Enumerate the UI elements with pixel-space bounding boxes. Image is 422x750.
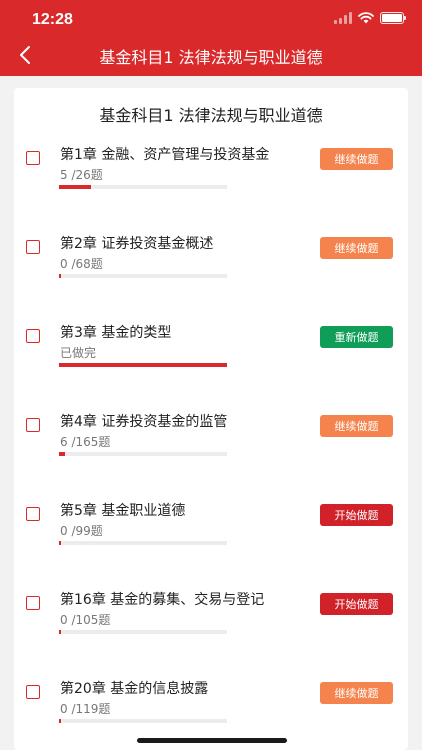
continue-practice-button[interactable]: 继续做题 <box>320 237 393 259</box>
chapter-checkbox[interactable] <box>26 418 40 432</box>
card-title: 基金科目1 法律法规与职业道德 <box>99 106 323 125</box>
chapter-checkbox[interactable] <box>26 685 40 699</box>
chapter-checkbox[interactable] <box>26 596 40 610</box>
chapter-row[interactable]: 第1章 金融、资产管理与投资基金 5 /26题 继续做题 <box>14 144 408 214</box>
chapter-progress-bar <box>59 363 227 367</box>
chapter-list-card: 基金科目1 法律法规与职业道德 第1章 金融、资产管理与投资基金 5 /26题 继续… <box>14 88 408 750</box>
chapter-title: 第20章 基金的信息披露 <box>60 681 209 697</box>
chapter-progress-fill <box>59 541 62 545</box>
page-title: 基金科目1 法律法规与职业道德 <box>99 48 323 67</box>
chapter-progress-text: 0 /68题 <box>60 257 103 271</box>
chapter-progress-bar <box>59 185 227 189</box>
chapter-progress-bar <box>59 452 227 456</box>
chapter-row[interactable]: 第5章 基金职业道德 0 /99题 开始做题 <box>14 500 408 570</box>
chapter-progress-bar <box>59 541 227 545</box>
chapter-checkbox[interactable] <box>26 507 40 521</box>
app-header: 12:28 基金科目1 法律法规与职业道德 <box>0 0 422 76</box>
chapter-row[interactable]: 第2章 证券投资基金概述 0 /68题 继续做题 <box>14 233 408 303</box>
start-practice-button[interactable]: 开始做题 <box>320 593 393 615</box>
chapter-row[interactable]: 第16章 基金的募集、交易与登记 0 /105题 开始做题 <box>14 589 408 659</box>
signal-icon <box>334 12 352 24</box>
chapter-title: 第2章 证券投资基金概述 <box>60 236 214 252</box>
chapter-checkbox[interactable] <box>26 151 40 165</box>
chapter-progress-fill <box>59 185 92 189</box>
continue-practice-button[interactable]: 继续做题 <box>320 682 393 704</box>
chapter-progress-bar <box>59 719 227 723</box>
home-indicator[interactable] <box>137 738 287 743</box>
continue-practice-button[interactable]: 继续做题 <box>320 415 393 437</box>
chapter-progress-text: 0 /99题 <box>60 524 103 538</box>
chapter-checkbox[interactable] <box>26 240 40 254</box>
chapter-progress-text: 已做完 <box>60 346 97 360</box>
chapter-title: 第5章 基金职业道德 <box>60 503 186 519</box>
chapter-progress-text: 0 /105题 <box>60 613 111 627</box>
chapter-title: 第3章 基金的类型 <box>60 325 172 341</box>
chapter-row[interactable]: 第3章 基金的类型 已做完 重新做题 <box>14 322 408 392</box>
chapter-checkbox[interactable] <box>26 329 40 343</box>
battery-icon <box>380 12 406 24</box>
chapter-title: 第16章 基金的募集、交易与登记 <box>60 592 265 608</box>
redo-practice-button[interactable]: 重新做题 <box>320 326 393 348</box>
chapter-progress-bar <box>59 630 227 634</box>
chapter-progress-text: 0 /119题 <box>60 702 111 716</box>
chapter-progress-text: 6 /165题 <box>60 435 111 449</box>
chapter-progress-fill <box>59 630 62 634</box>
status-time: 12:28 <box>32 11 73 28</box>
chapter-progress-fill <box>59 274 62 278</box>
chapter-progress-text: 5 /26题 <box>60 168 103 182</box>
start-practice-button[interactable]: 开始做题 <box>320 504 393 526</box>
chapter-progress-fill <box>59 719 62 723</box>
chapter-row[interactable]: 第4章 证券投资基金的监管 6 /165题 继续做题 <box>14 411 408 481</box>
chapter-title: 第1章 金融、资产管理与投资基金 <box>60 147 270 163</box>
status-icons <box>334 12 406 24</box>
wifi-icon <box>358 12 374 24</box>
chapter-title: 第4章 证券投资基金的监管 <box>60 414 228 430</box>
chapter-progress-fill <box>59 452 66 456</box>
chapter-progress-bar <box>59 274 227 278</box>
continue-practice-button[interactable]: 继续做题 <box>320 148 393 170</box>
chapter-progress-fill <box>59 363 227 367</box>
